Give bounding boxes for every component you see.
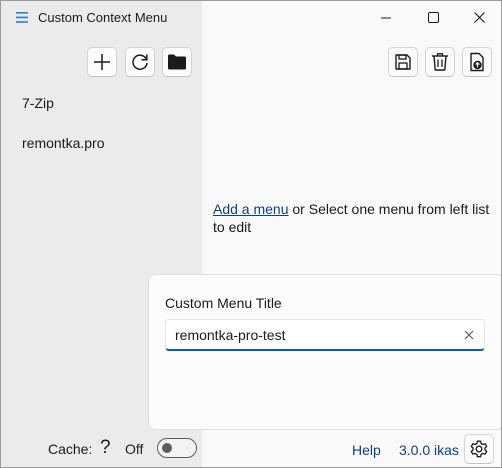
close-icon <box>473 12 485 23</box>
window-title: Custom Context Menu <box>38 10 168 25</box>
cache-help-icon[interactable]: ? <box>100 437 111 459</box>
cache-toggle-state: Off <box>125 441 144 457</box>
toggle-knob <box>162 443 172 453</box>
app-window: Custom Context Menu 7-Zip remontka.pro A… <box>0 0 502 468</box>
add-menu-link[interactable]: Add a menu <box>213 201 289 217</box>
add-menu-button[interactable] <box>87 47 117 77</box>
maximize-icon <box>427 12 439 23</box>
maximize-button[interactable] <box>410 1 456 34</box>
gear-icon <box>470 440 488 458</box>
refresh-icon <box>132 54 148 70</box>
sidebar-item-remontka[interactable]: remontka.pro <box>22 135 104 151</box>
hamburger-menu-icon <box>16 12 28 23</box>
export-icon <box>470 52 484 72</box>
sidebar-item-7zip[interactable]: 7-Zip <box>22 95 54 111</box>
help-link[interactable]: Help <box>352 442 381 458</box>
refresh-button[interactable] <box>125 47 155 77</box>
delete-button[interactable] <box>425 47 455 77</box>
settings-button[interactable] <box>464 434 494 464</box>
save-icon <box>395 54 411 70</box>
open-folder-button[interactable] <box>162 47 192 77</box>
save-button[interactable] <box>388 47 418 77</box>
clear-icon[interactable] <box>462 328 476 342</box>
minimize-button[interactable] <box>363 1 409 34</box>
menu-title-input[interactable] <box>175 325 445 345</box>
close-button[interactable] <box>456 1 501 34</box>
menu-title-textbox <box>165 319 485 351</box>
version-link[interactable]: 3.0.0 ikas <box>399 442 459 458</box>
empty-state-message: Add a menu or Select one menu from left … <box>213 200 498 236</box>
delete-icon <box>432 53 448 71</box>
folder-icon <box>168 54 186 70</box>
custom-menu-title-flyout: Custom Menu Title <box>148 274 501 430</box>
export-button[interactable] <box>462 47 492 77</box>
add-icon <box>94 54 110 70</box>
minimize-icon <box>381 17 391 18</box>
flyout-title: Custom Menu Title <box>165 295 282 311</box>
cache-toggle[interactable] <box>157 438 197 458</box>
cache-label: Cache: <box>48 441 93 457</box>
